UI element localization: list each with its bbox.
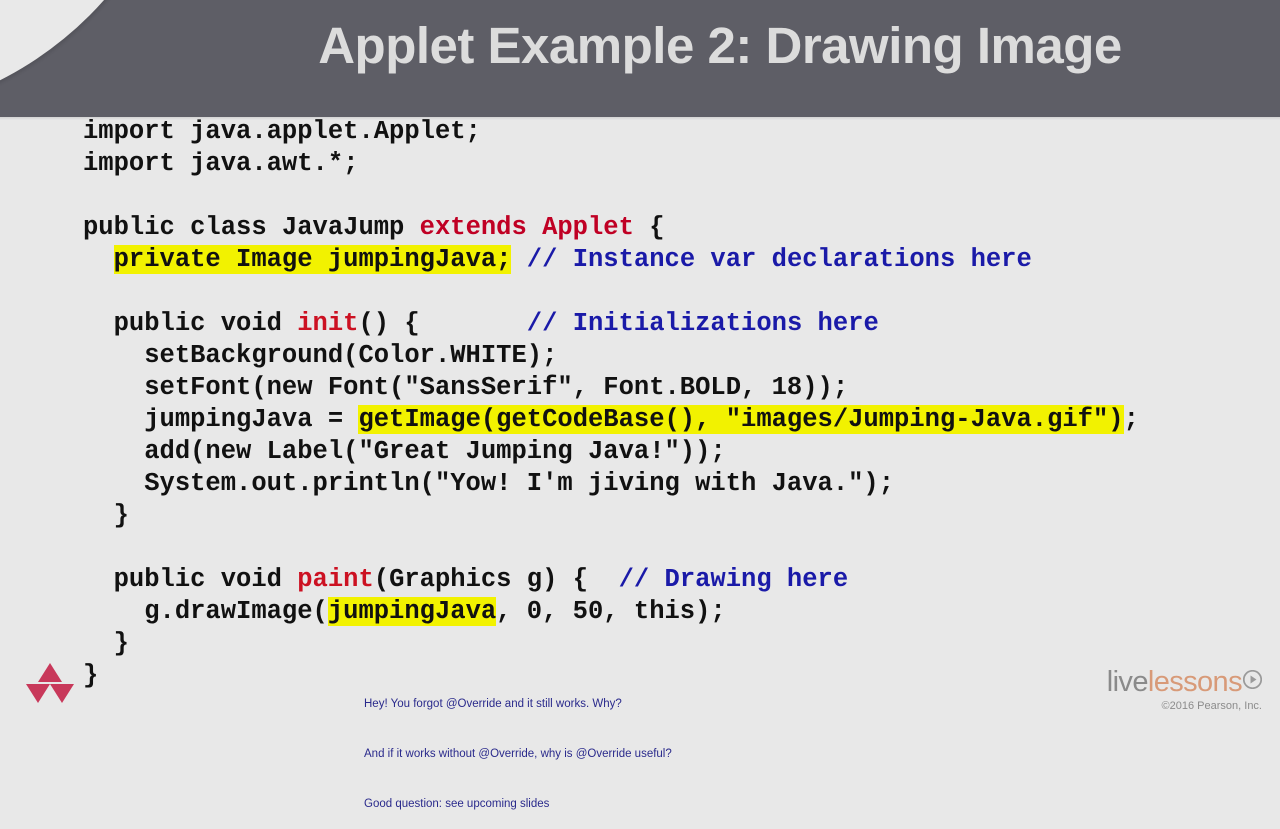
code-token-plain: }	[83, 501, 129, 530]
code-line: setFont(new Font("SansSerif", Font.BOLD,…	[83, 372, 1139, 404]
code-token-plain: public class JavaJump	[83, 213, 420, 242]
play-button-icon	[1242, 666, 1263, 695]
code-token-highlight: getImage(getCodeBase(), "images/Jumping-…	[358, 405, 1124, 434]
page-title: Applet Example 2: Drawing Image	[318, 17, 1122, 74]
code-line: private Image jumpingJava; // Instance v…	[83, 244, 1139, 276]
code-token-plain: g.drawImage(	[83, 597, 328, 626]
triangle-down-left-icon	[26, 684, 50, 703]
code-line: import java.awt.*;	[83, 148, 1139, 180]
code-token-plain: setFont(new Font("SansSerif", Font.BOLD,…	[83, 373, 849, 402]
triangle-down-right-icon	[50, 684, 74, 703]
code-token-comment: // Initializations here	[526, 309, 879, 338]
code-line: setBackground(Color.WHITE);	[83, 340, 1139, 372]
code-line: public class JavaJump extends Applet {	[83, 212, 1139, 244]
code-token-plain: }	[83, 629, 129, 658]
speaker-note: Hey! You forgot @Override and it still w…	[364, 663, 672, 829]
code-token-plain: public void	[83, 565, 298, 594]
copyright-text: ©2016 Pearson, Inc.	[1161, 700, 1262, 712]
code-token-plain: setBackground(Color.WHITE);	[83, 341, 558, 370]
code-token-comment: // Drawing here	[618, 565, 849, 594]
code-token-method: init	[297, 309, 359, 338]
code-line: g.drawImage(jumpingJava, 0, 50, this);	[83, 596, 1139, 628]
code-token-plain: }	[83, 661, 99, 690]
code-line: }	[83, 628, 1139, 660]
code-line: add(new Label("Great Jumping Java!"));	[83, 436, 1139, 468]
code-line: import java.applet.Applet;	[83, 116, 1139, 148]
code-token-keyword: extends Applet	[419, 213, 634, 242]
code-token-plain: , 0, 50, this);	[496, 597, 726, 626]
code-token-plain: () {	[358, 309, 527, 338]
logo-lessons-text: lessons	[1147, 666, 1243, 698]
code-line: }	[83, 500, 1139, 532]
code-listing: import java.applet.Applet; import java.aw…	[83, 116, 1139, 692]
code-line: public void paint(Graphics g) { // Drawi…	[83, 564, 1139, 596]
code-token-highlight: private Image jumpingJava;	[113, 245, 512, 274]
code-line: System.out.println("Yow! I'm jiving with…	[83, 468, 1139, 500]
code-token-plain: System.out.println("Yow! I'm jiving with…	[83, 469, 895, 498]
livelessons-logo: livelessons ©2016 Pearson, Inc.	[1106, 666, 1263, 712]
livelessons-wordmark: livelessons	[1106, 666, 1263, 698]
code-token-plain: {	[633, 213, 665, 242]
code-token-method: paint	[297, 565, 374, 594]
code-token-plain: import java.applet.Applet;	[83, 117, 481, 146]
triangles-logo	[26, 663, 74, 707]
speaker-note-line-1: Hey! You forgot @Override and it still w…	[364, 698, 622, 711]
code-token-plain: ;	[1123, 405, 1139, 434]
header-corner-curve-decoration	[0, 0, 192, 117]
code-token-highlight: jumpingJava	[327, 597, 497, 626]
code-token-plain: (Graphics g) {	[373, 565, 619, 594]
code-token-plain: public void	[83, 309, 298, 338]
code-line: jumpingJava = getImage(getCodeBase(), "i…	[83, 404, 1139, 436]
code-token-plain: add(new Label("Great Jumping Java!"));	[83, 437, 726, 466]
speaker-note-line-2: And if it works without @Override, why i…	[364, 747, 672, 760]
code-token-plain: import java.awt.*;	[83, 149, 359, 178]
code-token-comment: // Instance var declarations here	[526, 245, 1032, 274]
speaker-note-line-3: Good question: see upcoming slides	[364, 797, 550, 810]
code-line: public void init() { // Initializations …	[83, 308, 1139, 340]
code-token-plain: jumpingJava =	[83, 405, 359, 434]
triangle-up-icon	[38, 663, 62, 682]
logo-live-text: live	[1106, 666, 1149, 698]
